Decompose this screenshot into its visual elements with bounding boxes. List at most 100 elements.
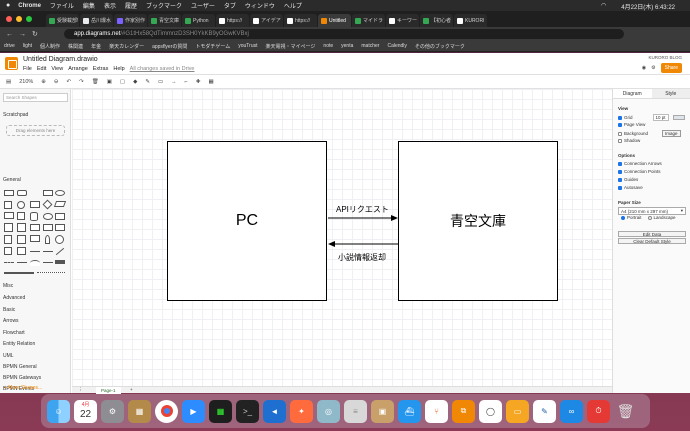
connection-arrows-checkbox[interactable]	[618, 161, 622, 166]
response-arrow-label[interactable]: 小説情報返却	[338, 252, 386, 263]
pages-menu-icon[interactable]: ⋮	[78, 387, 83, 393]
grid-color-swatch[interactable]	[672, 115, 685, 120]
cylinder-shape[interactable]	[30, 212, 38, 221]
activity-monitor-icon[interactable]: ▦	[209, 399, 232, 423]
autosave-checkbox[interactable]	[618, 185, 622, 190]
textbox-shape[interactable]	[43, 190, 53, 196]
to-back-icon[interactable]: ▢	[120, 79, 125, 85]
scratchpad-dropzone[interactable]: Drag elements here	[6, 125, 65, 136]
grid-size-input[interactable]: 10 pt	[652, 114, 669, 121]
menu-tab[interactable]: タブ	[224, 1, 236, 10]
flex-arrow-shape[interactable]	[55, 260, 65, 264]
menu-view[interactable]: 表示	[104, 1, 116, 10]
bpmn-general-header[interactable]: BPMN General	[3, 364, 68, 370]
circle-shape[interactable]	[17, 201, 25, 209]
menu-bookmarks[interactable]: ブックマーク	[146, 1, 182, 10]
edge-shape[interactable]	[4, 272, 34, 274]
account-name[interactable]: KURORO BLOG	[648, 55, 682, 60]
zoom-window-icon[interactable]	[26, 16, 32, 22]
edge-shape[interactable]	[37, 272, 65, 273]
drawio-dock-icon[interactable]: ⧉	[452, 399, 475, 423]
browser-tab[interactable]: アイデア	[250, 14, 283, 27]
bookmark-item[interactable]: yenta	[341, 43, 353, 49]
comments-icon[interactable]: ◉	[642, 65, 646, 71]
misc-header[interactable]: Misc	[3, 283, 68, 289]
rounded-rectangle-shape[interactable]	[17, 190, 27, 196]
grid-checkbox[interactable]	[618, 115, 622, 120]
shadow-checkbox[interactable]	[618, 138, 622, 143]
chrome-icon[interactable]	[155, 399, 178, 423]
terminal-icon[interactable]: >_	[236, 399, 259, 423]
calendar-icon[interactable]: 4月 22	[74, 399, 97, 423]
pencil-app-icon[interactable]: ✎	[533, 399, 556, 423]
back-icon[interactable]: ←	[6, 31, 13, 38]
url-field[interactable]: app.diagrams.net/#G1tHx58QdTimmnzD3SH0Yk…	[64, 29, 624, 39]
text-shape[interactable]	[30, 190, 40, 196]
zoom-in-icon[interactable]: ⊕	[41, 79, 46, 85]
menu-history[interactable]: 履歴	[125, 1, 137, 10]
pages-icon[interactable]: ▭	[506, 399, 529, 423]
add-page-icon[interactable]: +	[130, 387, 133, 392]
document-title[interactable]: Untitled Diagram.drawio	[23, 56, 98, 63]
close-window-icon[interactable]	[6, 16, 12, 22]
browser-tab[interactable]: https://	[216, 14, 249, 27]
browser-tab[interactable]: 作家別作	[114, 14, 147, 27]
paper-size-select[interactable]: A4 (210 mm x 297 mm) ▾	[618, 207, 686, 215]
menu-edit[interactable]: 編集	[83, 1, 95, 10]
waypoints-icon[interactable]: ⌐	[185, 79, 188, 85]
settings-icon[interactable]: ⚙	[651, 65, 655, 71]
or-shape[interactable]	[55, 235, 64, 244]
menu-help[interactable]: Help	[113, 66, 124, 72]
trapezoid-shape[interactable]	[43, 224, 53, 231]
browser-tab[interactable]: https://	[284, 14, 317, 27]
docker-icon[interactable]: ⛴	[398, 399, 421, 423]
bookmark-item[interactable]: その他のブックマーク	[415, 43, 465, 50]
time-app-icon[interactable]: ⏱	[587, 399, 610, 423]
preview-icon[interactable]: ◎	[317, 399, 340, 423]
triangle-shape[interactable]	[17, 212, 25, 220]
menu-chrome[interactable]: Chrome	[18, 3, 41, 9]
table-icon[interactable]: ▦	[208, 79, 213, 85]
bookmark-item[interactable]: note	[323, 43, 333, 49]
insert-icon[interactable]: ✚	[196, 79, 201, 85]
finder-icon[interactable]: ☺	[47, 399, 70, 423]
apple-icon[interactable]: ●	[6, 2, 10, 9]
infinity-app-icon[interactable]: ∞	[560, 399, 583, 423]
tab-style[interactable]: Style	[651, 89, 690, 98]
connection-points-checkbox[interactable]	[618, 169, 622, 174]
trash-icon[interactable]: 🗑	[614, 400, 637, 423]
cloud-shape[interactable]	[43, 213, 53, 220]
cube-shape[interactable]	[17, 223, 26, 232]
bookmark-item[interactable]: matcher	[361, 43, 379, 49]
request-arrow-label[interactable]: APIリクエスト	[336, 204, 389, 215]
wifi-icon[interactable]: ◠	[601, 2, 606, 11]
arrows-header[interactable]: Arrows	[3, 318, 68, 324]
menu-extras[interactable]: Extras	[93, 66, 109, 72]
note-shape[interactable]	[4, 235, 12, 244]
archiver-icon[interactable]: ▣	[371, 399, 394, 423]
browser-tab[interactable]: 受験載部!	[46, 14, 79, 27]
image-button[interactable]: Image	[662, 130, 681, 137]
line-color-icon[interactable]: ✎	[145, 79, 150, 85]
diamond-shape[interactable]	[42, 199, 53, 210]
delete-icon[interactable]: 🗑	[92, 79, 99, 85]
reload-icon[interactable]: ↻	[32, 30, 38, 38]
process-shape[interactable]	[30, 201, 40, 208]
bookmark-item[interactable]: youTrust	[238, 43, 257, 49]
zoom-icon[interactable]: ▶	[182, 399, 205, 423]
menu-window[interactable]: ウィンドウ	[245, 1, 275, 10]
archive-utility-icon[interactable]: ▦	[128, 399, 151, 423]
landscape-radio[interactable]	[647, 215, 652, 220]
to-front-icon[interactable]: ▣	[107, 79, 112, 85]
portrait-radio[interactable]	[621, 215, 625, 220]
entity-relation-header[interactable]: Entity Relation	[3, 341, 68, 347]
parallelogram-shape[interactable]	[53, 201, 67, 207]
guides-checkbox[interactable]	[618, 177, 622, 182]
bookmark-item[interactable]: drive	[4, 43, 15, 49]
bookmark-item[interactable]: appsflyerの質問	[152, 43, 187, 50]
clear-default-style-button[interactable]: Clear Default Style	[618, 238, 686, 244]
browser-tab[interactable]: Python	[182, 14, 215, 27]
line-shape[interactable]	[30, 251, 40, 252]
flowchart-header[interactable]: Flowchart	[3, 330, 68, 336]
bookmark-item[interactable]: 楽天電視・マイページ	[266, 43, 316, 50]
